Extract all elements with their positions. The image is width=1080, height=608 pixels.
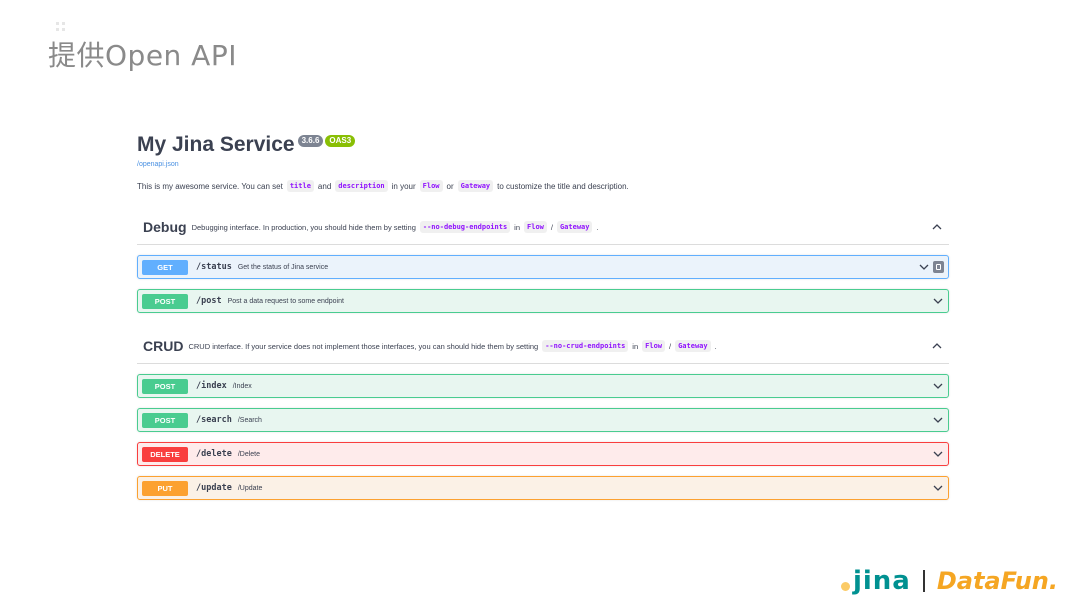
jina-logo-text: jina <box>852 566 911 596</box>
desc-text: . <box>714 341 717 351</box>
method-badge: POST <box>142 378 188 394</box>
method-badge: PUT <box>142 480 188 496</box>
code-flow: Flow <box>524 221 547 233</box>
desc-text: or <box>446 181 454 191</box>
chevron-down-icon[interactable] <box>932 380 944 392</box>
service-description: This is my awesome service. You can set … <box>137 180 949 192</box>
jina-logo-dot-icon <box>840 582 850 591</box>
code-gateway: Gateway <box>556 221 593 233</box>
operation-post-post[interactable]: POST /post Post a data request to some e… <box>137 289 949 313</box>
operation-put-update[interactable]: PUT /update /Update <box>137 476 949 500</box>
code-flow: Flow <box>642 340 665 352</box>
desc-text: / <box>669 341 672 351</box>
code-flag: --no-debug-endpoints <box>419 221 511 233</box>
desc-text: in <box>514 222 521 232</box>
operation-path: /status <box>196 262 232 272</box>
operation-delete-delete[interactable]: DELETE /delete /Delete <box>137 442 949 466</box>
operation-get-status[interactable]: GET /status Get the status of Jina servi… <box>137 255 949 279</box>
operation-summary: /Delete <box>237 450 261 458</box>
code-title: title <box>286 180 314 192</box>
desc-text: CRUD interface. If your service does not… <box>188 341 539 351</box>
code-description: description <box>335 180 388 192</box>
oas-badge: OAS3 <box>325 135 356 147</box>
tag-name: CRUD <box>143 338 184 354</box>
operation-summary: /Search <box>237 416 262 424</box>
desc-text: in <box>632 341 639 351</box>
method-badge: GET <box>142 259 188 275</box>
tag-description: CRUD interface. If your service does not… <box>188 340 931 352</box>
desc-text: Debugging interface. In production, you … <box>191 222 416 232</box>
tag-section-crud: CRUD CRUD interface. If your service doe… <box>137 329 949 500</box>
desc-text: in your <box>391 181 416 191</box>
tag-section-debug: Debug Debugging interface. In production… <box>137 210 949 313</box>
tag-description: Debugging interface. In production, you … <box>192 221 931 233</box>
operation-summary: /Update <box>237 484 263 492</box>
footer-logos: jina DataFun. <box>840 566 1058 596</box>
code-gateway: Gateway <box>457 180 494 192</box>
jina-logo: jina <box>840 566 911 596</box>
chevron-down-icon[interactable] <box>932 295 944 307</box>
tag-header-crud[interactable]: CRUD CRUD interface. If your service doe… <box>137 329 949 364</box>
logo-separator <box>922 570 925 592</box>
method-badge: POST <box>142 412 188 428</box>
tag-name: Debug <box>143 219 187 235</box>
operation-path: /search <box>196 415 232 425</box>
code-flow: Flow <box>419 180 443 192</box>
operation-path: /index <box>196 381 227 391</box>
code-flag: --no-crud-endpoints <box>542 340 629 352</box>
openapi-json-link[interactable]: /openapi.json <box>137 161 949 168</box>
version-badge: 3.6.6 <box>297 135 324 147</box>
operation-path: /post <box>196 296 222 306</box>
operation-path: /update <box>196 483 232 493</box>
method-badge: POST <box>142 293 188 309</box>
chevron-up-icon[interactable] <box>931 340 943 352</box>
datafun-logo: DataFun. <box>936 567 1058 595</box>
chevron-down-icon[interactable] <box>918 261 930 273</box>
copy-icon[interactable] <box>933 261 944 273</box>
code-gateway: Gateway <box>675 340 711 352</box>
operation-path: /delete <box>196 449 232 459</box>
operation-summary: /Index <box>232 382 252 390</box>
operation-summary: Get the status of Jina service <box>237 263 329 271</box>
chevron-down-icon[interactable] <box>932 482 944 494</box>
method-badge: DELETE <box>142 446 188 462</box>
desc-text: to customize the title and description. <box>497 181 629 191</box>
operation-post-search[interactable]: POST /search /Search <box>137 408 949 432</box>
operation-post-index[interactable]: POST /index /Index <box>137 374 949 398</box>
desc-text: / <box>550 222 553 232</box>
chevron-up-icon[interactable] <box>931 221 943 233</box>
slide-title: 提供Open API <box>48 39 237 72</box>
desc-text: This is my awesome service. You can set <box>137 181 283 191</box>
chevron-down-icon[interactable] <box>932 414 944 426</box>
desc-text: . <box>596 222 599 232</box>
tag-header-debug[interactable]: Debug Debugging interface. In production… <box>137 210 949 245</box>
service-title: My Jina Service <box>137 133 295 156</box>
desc-text: and <box>317 181 332 191</box>
chevron-down-icon[interactable] <box>932 448 944 460</box>
swagger-ui: My Jina Service 3.6.6 OAS3 /openapi.json… <box>137 130 949 500</box>
operation-summary: Post a data request to some endpoint <box>227 297 344 305</box>
info-title-row: My Jina Service 3.6.6 OAS3 <box>137 130 949 160</box>
